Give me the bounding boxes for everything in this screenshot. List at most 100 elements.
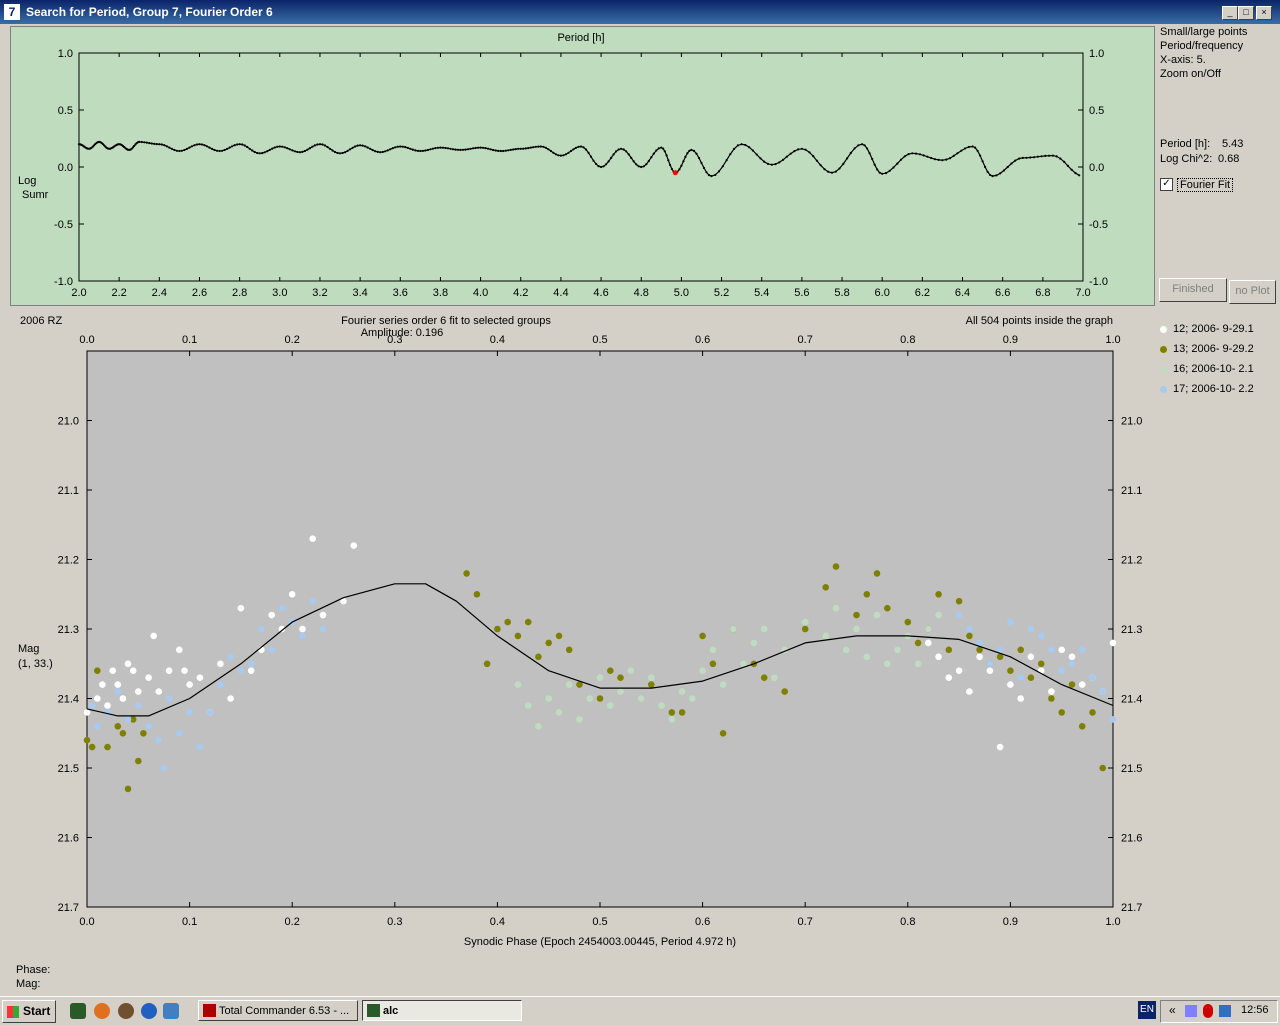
data-point-series-2 — [607, 702, 614, 709]
data-point-series-1 — [709, 660, 717, 668]
y-tick-label: 1.0 — [58, 48, 73, 60]
thunderbird-icon[interactable] — [118, 1003, 134, 1019]
fit-title: Fourier series order 6 fit to selected g… — [341, 315, 551, 327]
desktop-icon[interactable] — [163, 1003, 179, 1019]
x-tick-label: 2.2 — [112, 287, 127, 299]
data-point-series-2 — [535, 723, 542, 730]
clock[interactable]: 12:56 — [1241, 1004, 1269, 1016]
y-tick-label-right: 21.6 — [1121, 833, 1142, 845]
finished-button[interactable]: Finished — [1159, 278, 1227, 302]
y-tick-label: 21.6 — [58, 833, 79, 845]
data-point-series-3 — [1007, 618, 1014, 626]
data-point-series-0 — [119, 695, 127, 702]
chi-label: Log Chi^2: — [1160, 153, 1213, 165]
data-point-series-0 — [996, 743, 1004, 751]
option-small-large-points[interactable]: Small/large points — [1160, 26, 1247, 38]
x-tick-label: 5.6 — [794, 287, 809, 299]
firefox-icon[interactable] — [94, 1003, 110, 1019]
option-period-frequency[interactable]: Period/frequency — [1160, 40, 1243, 52]
data-point-series-3 — [309, 597, 317, 605]
data-point-series-3 — [1027, 625, 1035, 633]
data-point-series-1 — [535, 653, 542, 661]
volume-icon[interactable] — [1219, 1005, 1231, 1017]
data-point-series-2 — [935, 611, 942, 619]
fourier-fit-label[interactable]: Fourier Fit — [1177, 178, 1234, 192]
x-tick-label: 0.6 — [695, 916, 710, 928]
x-tick-label: 3.8 — [433, 287, 448, 299]
data-point-series-0 — [181, 667, 188, 674]
periodogram-panel[interactable]: Period [h] Log Sumr 2.0 2.2 2.4 2.6 2.8 3.0 3.2 3.… — [10, 26, 1155, 306]
data-point-series-1 — [1099, 764, 1106, 772]
status-mag: Mag: — [16, 978, 41, 990]
x-tick-label: 1.0 — [1105, 916, 1120, 928]
y-tick-label-right: 21.5 — [1121, 763, 1142, 775]
y-tick-label: -1.0 — [54, 276, 73, 288]
data-point-series-1 — [955, 597, 963, 605]
data-point-series-1 — [832, 563, 840, 570]
y-tick-label: 21.7 — [58, 902, 79, 914]
data-point-series-1 — [1048, 695, 1055, 702]
data-point-series-0 — [268, 611, 276, 619]
data-point-series-3 — [155, 736, 163, 744]
data-point-series-3 — [227, 653, 234, 661]
legend-item-17: 17; 2006-10- 2.2 — [1160, 383, 1254, 395]
data-point-series-2 — [627, 667, 635, 674]
data-point-series-3 — [104, 709, 111, 716]
window-titlebar[interactable]: 7 Search for Period, Group 7, Fourier Or… — [0, 0, 1280, 24]
data-point-series-1 — [719, 730, 727, 737]
y-tick-label-right: 0.0 — [1089, 162, 1104, 174]
language-indicator[interactable]: EN — [1138, 1001, 1156, 1019]
x-tick-label: 4.6 — [593, 287, 608, 299]
task-alc[interactable]: alc — [362, 1000, 522, 1021]
data-point-series-3 — [94, 723, 101, 730]
data-point-series-1 — [463, 570, 470, 577]
data-point-series-3 — [1058, 667, 1065, 674]
data-point-series-1 — [1007, 667, 1014, 674]
lightcurve-chart[interactable]: 2006 RZ Fourier series order 6 fit to sel… — [10, 310, 1153, 960]
data-point-series-2 — [863, 653, 871, 661]
x-tick-label: 0.4 — [490, 916, 505, 928]
close-icon[interactable]: × — [1256, 6, 1272, 20]
start-button[interactable]: Start — [2, 1000, 56, 1023]
data-point-series-2 — [699, 667, 706, 674]
data-point-series-0 — [986, 667, 994, 674]
x-tick-label: 2.0 — [71, 287, 86, 299]
data-point-series-1 — [124, 785, 132, 793]
option-x-axis[interactable]: X-axis: 5. — [1160, 54, 1206, 66]
y-tick-label-right: -1.0 — [1089, 276, 1108, 288]
network-icon[interactable] — [1185, 1005, 1197, 1017]
data-point-series-1 — [483, 660, 491, 668]
data-point-series-3 — [165, 695, 173, 702]
taskbar: Start Total Commander 6.53 - ... alc EN … — [0, 996, 1280, 1025]
data-point-series-0 — [966, 688, 973, 695]
data-point-series-0 — [155, 688, 163, 695]
task-total-commander[interactable]: Total Commander 6.53 - ... — [198, 1000, 358, 1021]
periodogram-chart[interactable]: Period [h] Log Sumr 2.0 2.2 2.4 2.6 2.8 3.0 3.2 3.… — [11, 27, 1154, 305]
data-point-series-0 — [309, 535, 317, 542]
plot-frame — [78, 52, 1084, 282]
y-tick-label-right: 21.2 — [1121, 555, 1142, 567]
option-zoom[interactable]: Zoom on/Off — [1160, 68, 1221, 80]
data-point-series-3 — [1089, 674, 1096, 681]
alc-quicklaunch-icon[interactable] — [70, 1003, 86, 1019]
y-tick-label: 21.3 — [58, 624, 79, 636]
no-plot-button[interactable]: no Plot — [1229, 280, 1276, 304]
tray-chevron-icon[interactable]: « — [1169, 1003, 1176, 1017]
data-point-series-0 — [1109, 639, 1117, 647]
data-point-series-2 — [822, 632, 829, 640]
data-point-series-0 — [319, 611, 327, 619]
legend-dot-icon — [1160, 365, 1167, 373]
x-tick-label: 0.7 — [798, 916, 813, 928]
bluetooth-icon[interactable] — [1203, 1004, 1213, 1018]
data-point-series-1 — [966, 632, 973, 640]
fourier-fit-checkbox[interactable]: ✓ — [1160, 178, 1173, 191]
data-point-series-1 — [935, 591, 942, 598]
data-point-series-1 — [853, 611, 860, 619]
data-point-series-2 — [648, 674, 655, 681]
data-point-series-0 — [99, 681, 106, 688]
maximize-icon[interactable]: □ — [1238, 6, 1254, 20]
y-tick-label: -0.5 — [54, 219, 73, 231]
lightcurve-panel[interactable]: 2006 RZ Fourier series order 6 fit to sel… — [10, 310, 1153, 960]
ie-icon[interactable] — [141, 1003, 157, 1019]
minimize-icon[interactable]: _ — [1222, 6, 1238, 20]
